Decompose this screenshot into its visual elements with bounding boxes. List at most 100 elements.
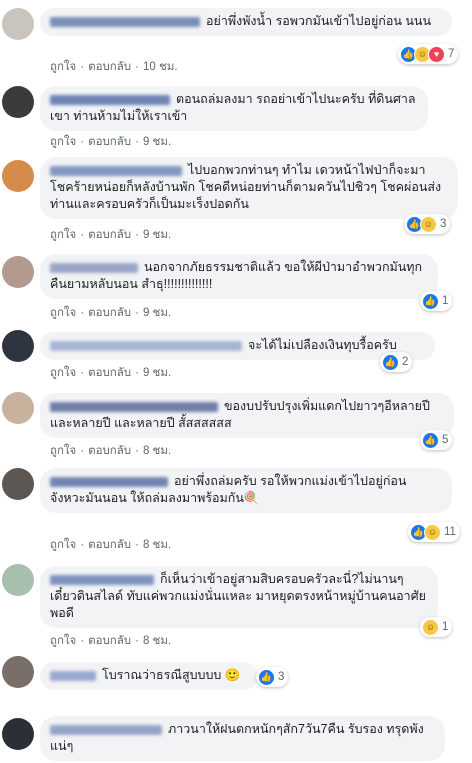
timestamp[interactable]: 8 ชม.	[143, 445, 171, 457]
avatar[interactable]	[2, 256, 34, 288]
reaction-summary[interactable]: ☺ 1	[420, 617, 453, 637]
avatar[interactable]	[2, 8, 34, 40]
avatar[interactable]	[2, 86, 34, 118]
comment-bubble: จะได้ไม่เปลืองเงินทุบรื้อครับ	[40, 332, 435, 360]
separator: ·	[80, 635, 85, 647]
like-reaction-icon: 👍	[422, 431, 439, 449]
timestamp[interactable]: 9 ชม.	[143, 307, 171, 319]
author-name-blurred[interactable]	[50, 670, 96, 681]
separator: ·	[135, 307, 139, 319]
avatar[interactable]	[2, 468, 34, 500]
reaction-count: 7	[448, 48, 455, 60]
like-link[interactable]: ถูกใจ	[50, 61, 76, 73]
reaction-summary[interactable]: 👍 1	[420, 291, 453, 311]
reaction-count: 3	[278, 671, 285, 683]
separator: ·	[135, 445, 139, 457]
comment-bubble: ก็เห็นว่าเข้าอยู่สามสิบครอบครัวละนี่?ไม่…	[40, 566, 438, 628]
author-name-blurred[interactable]	[50, 724, 162, 735]
like-link[interactable]: ถูกใจ	[50, 229, 76, 241]
timestamp[interactable]: 8 ชม.	[143, 539, 171, 551]
comment-text: อย่าพึ่งพังน้ำ รอพวกมันเข้าไปอยู่ก่อน นน…	[206, 14, 432, 28]
reply-link[interactable]: ตอบกลับ	[88, 367, 131, 379]
reply-link[interactable]: ตอบกลับ	[88, 307, 131, 319]
timestamp[interactable]: 9 ชม.	[143, 136, 171, 148]
comment-actions: ถูกใจ · ตอบกลับ · 9 ชม.	[50, 364, 175, 382]
comment-actions: ถูกใจ · ตอบกลับ · 9 ชม.	[50, 226, 175, 244]
separator: ·	[135, 635, 139, 647]
separator: ·	[80, 229, 85, 241]
reaction-summary[interactable]: 👍 ☺ 3	[404, 214, 451, 234]
reaction-summary[interactable]: 👍 3	[256, 667, 289, 687]
reaction-count: 3	[440, 218, 447, 230]
comment-bubble: ภาวนาให้ฝนตกหนักๆสัก7วัน7คืน รับรอง ทรุด…	[40, 716, 445, 761]
reaction-summary[interactable]: 👍 5	[420, 430, 453, 450]
comment-actions: ถูกใจ · ตอบกลับ · 9 ชม.	[50, 304, 175, 322]
author-name-blurred[interactable]	[50, 165, 182, 176]
like-link[interactable]: ถูกใจ	[50, 539, 76, 551]
comment-actions: ถูกใจ · ตอบกลับ · 10 ชม.	[50, 58, 182, 76]
reaction-summary[interactable]: 👍 ☺ 11	[408, 522, 460, 542]
like-link[interactable]: ถูกใจ	[50, 635, 76, 647]
comment-actions: ถูกใจ · ตอบกลับ · 8 ชม.	[50, 442, 175, 460]
comment-actions: ถูกใจ · ตอบกลับ · 8 ชม.	[50, 632, 175, 650]
avatar[interactable]	[2, 160, 34, 192]
author-name-blurred[interactable]	[50, 340, 242, 351]
reaction-summary[interactable]: 👍 ☺ ♥ 7	[398, 44, 459, 64]
separator: ·	[135, 136, 139, 148]
reaction-count: 5	[442, 434, 449, 446]
timestamp[interactable]: 9 ชม.	[143, 367, 171, 379]
reaction-summary[interactable]: 👍 2	[380, 352, 413, 372]
separator: ·	[135, 367, 139, 379]
author-name-blurred[interactable]	[50, 262, 138, 273]
author-name-blurred[interactable]	[50, 16, 200, 27]
author-name-blurred[interactable]	[50, 401, 218, 412]
comment-text: จะได้ไม่เปลืองเงินทุบรื้อครับ	[248, 338, 397, 352]
author-name-blurred[interactable]	[50, 574, 154, 585]
separator: ·	[135, 229, 139, 241]
like-link[interactable]: ถูกใจ	[50, 367, 76, 379]
separator: ·	[135, 61, 139, 73]
author-name-blurred[interactable]	[50, 94, 170, 105]
comment-bubble: อย่าพึ่งถล่มครับ รอให้พวกแม่งเข้าไปอยู่ก…	[40, 468, 452, 513]
like-link[interactable]: ถูกใจ	[50, 445, 76, 457]
author-name-blurred[interactable]	[50, 476, 168, 487]
comment-bubble: ของบปรับปรุงเพิ่มแดกไปยาวๆอีหลายปี และหล…	[40, 393, 454, 438]
comment-bubble: นอกจากภัยธรรมชาติแล้ว ขอให้ผีป่ามาอำพวกม…	[40, 254, 438, 299]
separator: ·	[80, 539, 85, 551]
reaction-count: 1	[442, 295, 449, 307]
reply-link[interactable]: ตอบกลับ	[88, 445, 131, 457]
reaction-count: 1	[442, 621, 449, 633]
haha-reaction-icon: ☺	[424, 523, 441, 541]
love-reaction-icon: ♥	[428, 45, 445, 63]
reaction-count: 11	[444, 526, 456, 538]
comment-bubble: โบราณว่าธรณีสูบบบบ 🙂	[40, 662, 258, 690]
avatar[interactable]	[2, 564, 34, 596]
comment-actions: ถูกใจ · ตอบกลับ · 9 ชม.	[50, 133, 175, 151]
reply-link[interactable]: ตอบกลับ	[88, 229, 131, 241]
reply-link[interactable]: ตอบกลับ	[88, 635, 131, 647]
separator: ·	[135, 539, 139, 551]
comment-bubble: อย่าพึ่งพังน้ำ รอพวกมันเข้าไปอยู่ก่อน นน…	[40, 8, 452, 36]
comment-actions: ถูกใจ · ตอบกลับ · 8 ชม.	[50, 536, 175, 554]
timestamp[interactable]: 10 ชม.	[143, 61, 178, 73]
reply-link[interactable]: ตอบกลับ	[88, 136, 131, 148]
reaction-count: 2	[402, 356, 409, 368]
avatar[interactable]	[2, 392, 34, 424]
timestamp[interactable]: 9 ชม.	[143, 229, 171, 241]
separator: ·	[80, 61, 85, 73]
timestamp[interactable]: 8 ชม.	[143, 635, 171, 647]
separator: ·	[80, 445, 85, 457]
reply-link[interactable]: ตอบกลับ	[88, 539, 131, 551]
separator: ·	[80, 136, 85, 148]
reply-link[interactable]: ตอบกลับ	[88, 61, 131, 73]
avatar[interactable]	[2, 718, 34, 750]
like-link[interactable]: ถูกใจ	[50, 307, 76, 319]
separator: ·	[80, 307, 85, 319]
like-link[interactable]: ถูกใจ	[50, 136, 76, 148]
avatar[interactable]	[2, 330, 34, 362]
like-reaction-icon: 👍	[382, 353, 399, 371]
haha-reaction-icon: ☺	[422, 618, 439, 636]
separator: ·	[80, 367, 85, 379]
avatar[interactable]	[2, 656, 34, 688]
comment-bubble: ตอนถล่มลงมา รถอย่าเข้าไปนะครับ ที่ดินศาล…	[40, 86, 428, 131]
